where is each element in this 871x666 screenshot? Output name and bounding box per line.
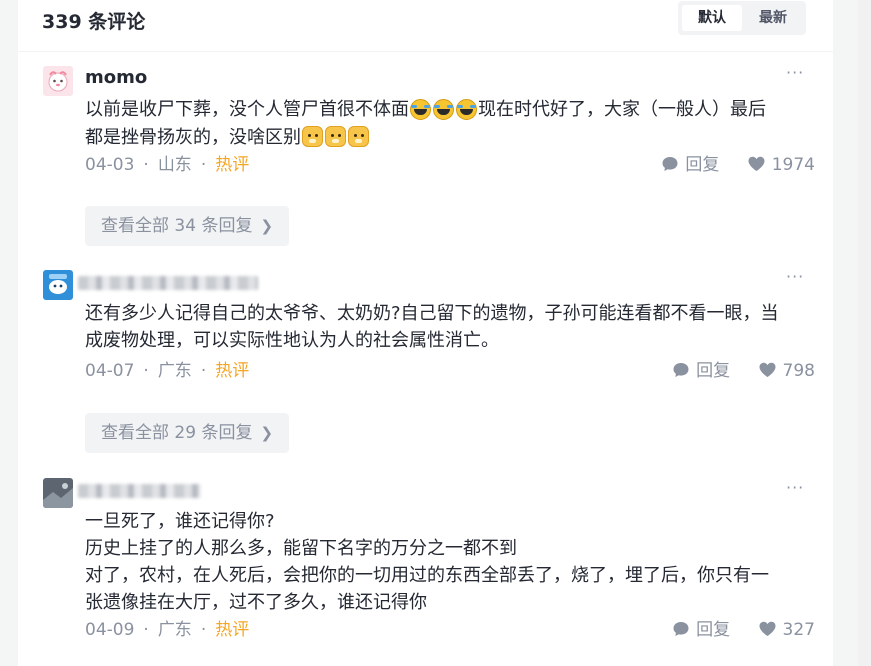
blue-cartoon-avatar-icon: [43, 270, 73, 300]
comment-line: 现在时代好了，大家（一般人）最后: [478, 99, 766, 120]
comment-line: 对了，农村，在人死后，会把你的一切用过的东西全部丢了，烧了，埋了后，你只有一: [85, 565, 769, 586]
like-count: 327: [782, 620, 815, 640]
comment-line: 都是挫骨扬灰的，没啥区别: [85, 126, 301, 148]
username-blurred[interactable]: [78, 484, 201, 498]
chevron-right-icon: ❯: [260, 424, 274, 442]
meta-separator: ·: [143, 620, 149, 640]
reply-label: 回复: [696, 620, 731, 640]
more-dots-icon[interactable]: ···: [786, 269, 806, 285]
reply-button[interactable]: 回复: [672, 359, 730, 383]
comment-count-title: 339 条评论: [42, 11, 146, 33]
sort-default-button[interactable]: 默认: [682, 5, 742, 31]
avatar[interactable]: [43, 66, 73, 96]
emoji-group: [301, 124, 370, 151]
chevron-right-icon: ❯: [260, 217, 274, 235]
comment-line: 历史上挂了的人那么多，能留下名字的万分之一都不到: [85, 538, 517, 559]
comment-meta: 04-03 · 山东 · 热评 回复 1974: [85, 153, 815, 177]
meta-separator: ·: [200, 620, 207, 640]
reply-label: 回复: [685, 155, 720, 175]
comment-content: 还有多少人记得自己的太爷爷、太奶奶?自己留下的遗物，子孙可能连看都不看一眼，当 …: [85, 300, 815, 354]
username-blurred[interactable]: [78, 276, 258, 290]
comment-date: 04-03: [85, 155, 135, 175]
comment-date: 04-09: [85, 620, 135, 640]
sort-toggle: 默认 最新: [678, 1, 806, 35]
comment-content: 以前是收尸下葬，没个人管尸首很不体面 现在时代好了，大家（一般人）最后 都是挫骨扬…: [85, 96, 815, 151]
reply-label: 回复: [696, 361, 731, 381]
more-dots-icon[interactable]: ···: [786, 480, 806, 496]
like-count: 1974: [771, 155, 815, 175]
comment-line: 一旦死了，谁还记得你?: [85, 511, 275, 532]
like-button[interactable]: 798: [758, 359, 815, 383]
pink-character-avatar-icon: [43, 66, 73, 96]
heart-icon: [748, 156, 765, 171]
reply-button[interactable]: 回复: [661, 153, 719, 177]
meta-separator: ·: [143, 155, 149, 175]
comment-date: 04-07: [85, 361, 135, 381]
laughing-tears-emoji-icon: [410, 98, 431, 120]
replies-button-label: 查看全部 29 条回复: [101, 423, 253, 443]
comment-line: 还有多少人记得自己的太爷爷、太奶奶?自己留下的遗物，子孙可能连看都不看一眼，当: [85, 303, 779, 324]
username[interactable]: momo: [85, 66, 147, 90]
heart-icon: [759, 362, 776, 377]
comment-content: 一旦死了，谁还记得你? 历史上挂了的人那么多，能留下名字的万分之一都不到 对了，…: [85, 508, 815, 616]
heart-icon: [759, 621, 776, 636]
meta-separator: ·: [143, 361, 149, 381]
comment-region: 山东: [157, 155, 192, 175]
comment-region: 广东: [157, 361, 192, 381]
laughing-tears-emoji-icon: [456, 98, 477, 120]
comment-region: 广东: [157, 620, 192, 640]
comment-meta: 04-07 · 广东 · 热评 回复 798: [85, 359, 815, 383]
comment-line: 张遗像挂在大厅，过不了多久，谁还记得你: [85, 592, 427, 613]
hot-badge: 热评: [215, 155, 250, 175]
sort-latest-button[interactable]: 最新: [744, 5, 802, 31]
comment-bubble-icon: [662, 157, 678, 171]
dog-face-emoji-icon: [348, 126, 369, 147]
more-dots-icon[interactable]: ···: [786, 65, 806, 81]
comment-actions: 回复 327: [650, 618, 815, 642]
dog-face-emoji-icon: [302, 126, 323, 147]
comment-line: 成废物处理，可以实际性地认为人的社会属性消亡。: [85, 330, 499, 351]
comment-bubble-icon: [673, 363, 689, 377]
hot-badge: 热评: [215, 620, 250, 640]
header-divider: [18, 51, 833, 52]
meta-separator: ·: [200, 361, 207, 381]
emoji-group: [409, 97, 478, 124]
meta-separator: ·: [200, 155, 207, 175]
like-button[interactable]: 327: [758, 618, 815, 642]
comment-line: 以前是收尸下葬，没个人管尸首很不体面: [85, 99, 409, 120]
hot-badge: 热评: [215, 361, 250, 381]
comment-actions: 回复 798: [650, 359, 815, 383]
comment-meta: 04-09 · 广东 · 热评 回复 327: [85, 618, 815, 642]
avatar[interactable]: [43, 478, 73, 508]
grey-photo-avatar-icon: [43, 478, 73, 508]
view-all-replies-button[interactable]: 查看全部 34 条回复 ❯: [85, 206, 290, 246]
avatar[interactable]: [43, 270, 73, 300]
reply-button[interactable]: 回复: [672, 618, 730, 642]
comment-actions: 回复 1974: [639, 153, 815, 177]
comment-bubble-icon: [673, 622, 689, 636]
page-scrollbar[interactable]: [858, 0, 871, 666]
comments-panel: 339 条评论 默认 最新 momo ··· 以前是收尸下葬，没个人管尸首很不体…: [18, 0, 833, 666]
laughing-tears-emoji-icon: [433, 98, 454, 120]
like-button[interactable]: 1974: [747, 153, 815, 177]
view-all-replies-button[interactable]: 查看全部 29 条回复 ❯: [85, 413, 290, 453]
dog-face-emoji-icon: [325, 126, 346, 147]
replies-button-label: 查看全部 34 条回复: [101, 216, 253, 236]
like-count: 798: [782, 361, 815, 381]
